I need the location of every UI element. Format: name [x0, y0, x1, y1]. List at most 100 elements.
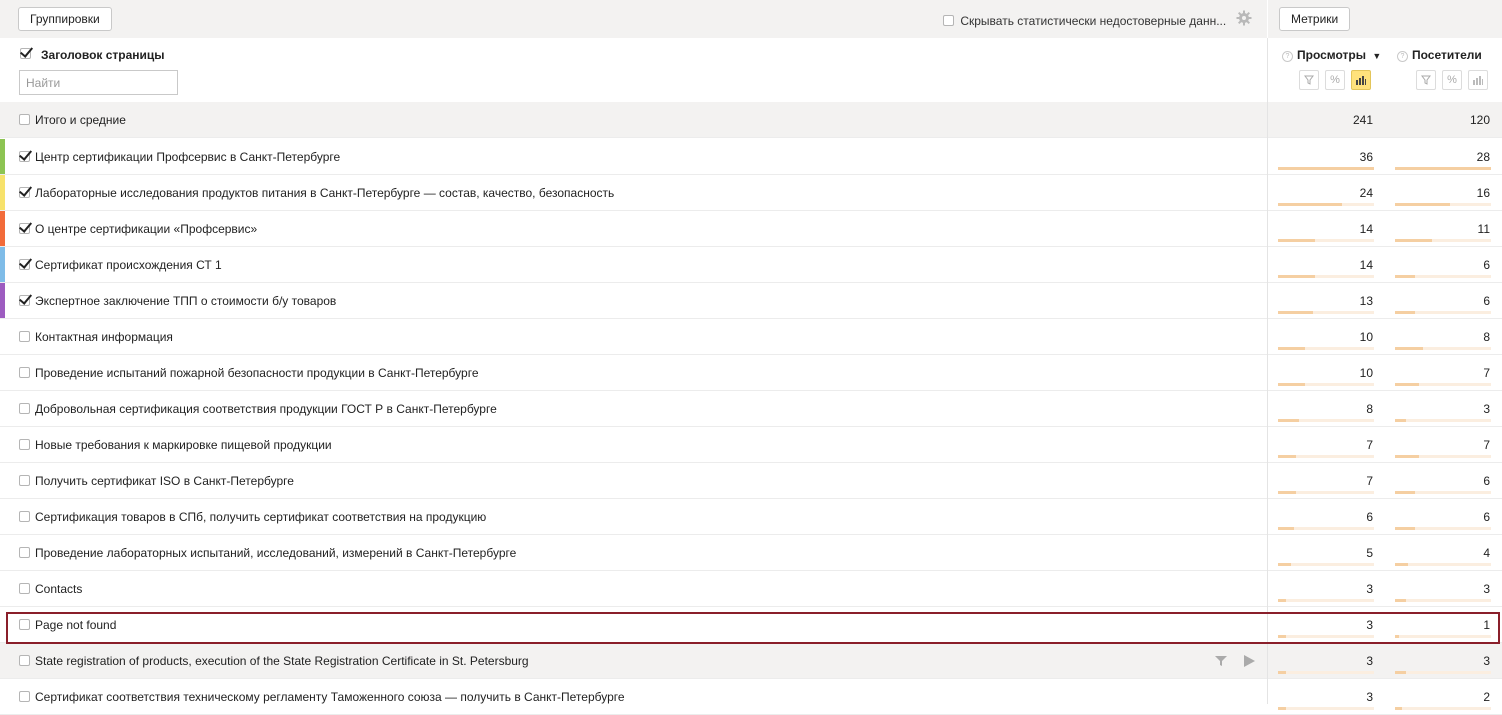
row-checkbox[interactable]	[19, 691, 30, 702]
row-checkbox[interactable]	[19, 439, 30, 450]
totals-visitors: 120	[1469, 113, 1490, 127]
row-views: 14	[1359, 222, 1373, 236]
row-checkbox[interactable]	[19, 295, 30, 306]
visitors-bar-track	[1395, 671, 1491, 674]
row-title[interactable]: Лабораторные исследования продуктов пита…	[35, 186, 614, 200]
views-bar	[1278, 275, 1315, 278]
row-filter-icon[interactable]	[1215, 655, 1227, 670]
row-checkbox[interactable]	[19, 223, 30, 234]
row-checkbox[interactable]	[19, 151, 30, 162]
views-bar-track	[1278, 455, 1374, 458]
groupings-button[interactable]: Группировки	[18, 7, 112, 31]
table-row[interactable]: Лабораторные исследования продуктов пита…	[0, 175, 1502, 211]
row-title[interactable]: Сертификация товаров в СПб, получить сер…	[35, 510, 486, 524]
row-title[interactable]: Новые требования к маркировке пищевой пр…	[35, 438, 332, 452]
series-color-stripe	[0, 211, 5, 246]
row-visitors: 2	[1483, 690, 1490, 704]
row-title[interactable]: Экспертное заключение ТПП о стоимости б/…	[35, 294, 336, 308]
visitors-bar	[1395, 563, 1408, 566]
row-visitors: 1	[1483, 618, 1490, 632]
row-title[interactable]: Сертификат соответствия техническому рег…	[35, 690, 625, 704]
views-bar	[1278, 599, 1286, 602]
row-views: 6	[1366, 510, 1373, 524]
totals-views: 241	[1352, 113, 1373, 127]
table-row[interactable]: Новые требования к маркировке пищевой пр…	[0, 427, 1502, 463]
row-play-icon[interactable]	[1243, 655, 1255, 670]
views-percent-icon[interactable]: %	[1325, 70, 1345, 90]
table-row[interactable]: Добровольная сертификация соответствия п…	[0, 391, 1502, 427]
sort-desc-icon[interactable]: ▼	[1372, 51, 1381, 61]
row-views: 36	[1359, 150, 1373, 164]
row-checkbox[interactable]	[19, 403, 30, 414]
views-bars-icon[interactable]	[1351, 70, 1371, 90]
table-row[interactable]: Сертификация товаров в СПб, получить сер…	[0, 499, 1502, 535]
views-bar	[1278, 167, 1374, 170]
row-checkbox[interactable]	[19, 259, 30, 270]
hide-unreliable-checkbox[interactable]	[943, 15, 954, 27]
visitors-bar-track	[1395, 419, 1491, 422]
totals-checkbox[interactable]	[19, 114, 30, 125]
visitors-bar	[1395, 707, 1402, 710]
views-filter-icon[interactable]	[1299, 70, 1319, 90]
help-icon[interactable]: ?	[1397, 51, 1408, 62]
row-title[interactable]: Контактная информация	[35, 330, 173, 344]
table-row[interactable]: Сертификат происхождения СТ 1 14 6	[0, 247, 1502, 283]
row-visitors: 8	[1483, 330, 1490, 344]
table-row[interactable]: Экспертное заключение ТПП о стоимости б/…	[0, 283, 1502, 319]
row-visitors: 6	[1483, 294, 1490, 308]
views-bar-track	[1278, 707, 1374, 710]
table-row[interactable]: О центре сертификации «Профсервис» 14 11	[0, 211, 1502, 247]
table-row[interactable]: Contacts 3 3	[0, 571, 1502, 607]
row-checkbox[interactable]	[19, 583, 30, 594]
row-title[interactable]: Получить сертификат ISO в Санкт-Петербур…	[35, 474, 294, 488]
visitors-percent-icon[interactable]: %	[1442, 70, 1462, 90]
row-checkbox[interactable]	[19, 655, 30, 666]
row-checkbox[interactable]	[19, 475, 30, 486]
metrics-button[interactable]: Метрики	[1279, 7, 1351, 31]
row-title[interactable]: Проведение испытаний пожарной безопаснос…	[35, 366, 479, 380]
row-title[interactable]: Contacts	[35, 582, 82, 596]
dimension-checkbox[interactable]	[20, 48, 31, 59]
visitors-filter-icon[interactable]	[1416, 70, 1436, 90]
table-row[interactable]: Сертификат соответствия техническому рег…	[0, 679, 1502, 715]
row-checkbox[interactable]	[19, 511, 30, 522]
table-row[interactable]: Page not found 3 1	[0, 607, 1502, 643]
row-title[interactable]: Сертификат происхождения СТ 1	[35, 258, 222, 272]
table-row[interactable]: Центр сертификации Профсервис в Санкт-Пе…	[0, 139, 1502, 175]
column-visitors-header[interactable]: ? Посетители	[1397, 48, 1482, 62]
visitors-bar-track	[1395, 311, 1491, 314]
table-row[interactable]: Контактная информация 10 8	[0, 319, 1502, 355]
row-title[interactable]: Page not found	[35, 618, 116, 632]
row-checkbox[interactable]	[19, 547, 30, 558]
gear-icon[interactable]	[1236, 10, 1252, 26]
visitors-bar	[1395, 419, 1406, 422]
row-checkbox[interactable]	[19, 331, 30, 342]
row-title[interactable]: Проведение лабораторных испытаний, иссле…	[35, 546, 516, 560]
table-row[interactable]: State registration of products, executio…	[0, 643, 1502, 679]
dimension-title[interactable]: Заголовок страницы	[41, 48, 165, 62]
help-icon[interactable]: ?	[1282, 51, 1293, 62]
views-bar-track	[1278, 563, 1374, 566]
search-input[interactable]	[19, 70, 178, 95]
row-title[interactable]: Центр сертификации Профсервис в Санкт-Пе…	[35, 150, 340, 164]
hide-unreliable-toggle[interactable]: Скрывать статистически недостоверные дан…	[943, 13, 1226, 28]
row-checkbox[interactable]	[19, 187, 30, 198]
visitors-bar	[1395, 671, 1406, 674]
row-checkbox[interactable]	[19, 619, 30, 630]
column-views-header[interactable]: ? Просмотры ▼	[1282, 48, 1381, 62]
series-color-stripe	[0, 139, 5, 174]
table-row[interactable]: Получить сертификат ISO в Санкт-Петербур…	[0, 463, 1502, 499]
visitors-bar-track	[1395, 239, 1491, 242]
views-bar-track	[1278, 671, 1374, 674]
column-divider	[1267, 38, 1268, 704]
row-checkbox[interactable]	[19, 367, 30, 378]
row-title[interactable]: State registration of products, executio…	[35, 654, 529, 668]
row-title[interactable]: О центре сертификации «Профсервис»	[35, 222, 257, 236]
table-row[interactable]: Проведение испытаний пожарной безопаснос…	[0, 355, 1502, 391]
table-row[interactable]: Проведение лабораторных испытаний, иссле…	[0, 535, 1502, 571]
row-views: 3	[1366, 654, 1373, 668]
row-title[interactable]: Добровольная сертификация соответствия п…	[35, 402, 497, 416]
visitors-bars-icon[interactable]	[1468, 70, 1488, 90]
series-color-stripe	[0, 247, 5, 282]
hide-unreliable-label: Скрывать статистически недостоверные дан…	[960, 13, 1227, 28]
